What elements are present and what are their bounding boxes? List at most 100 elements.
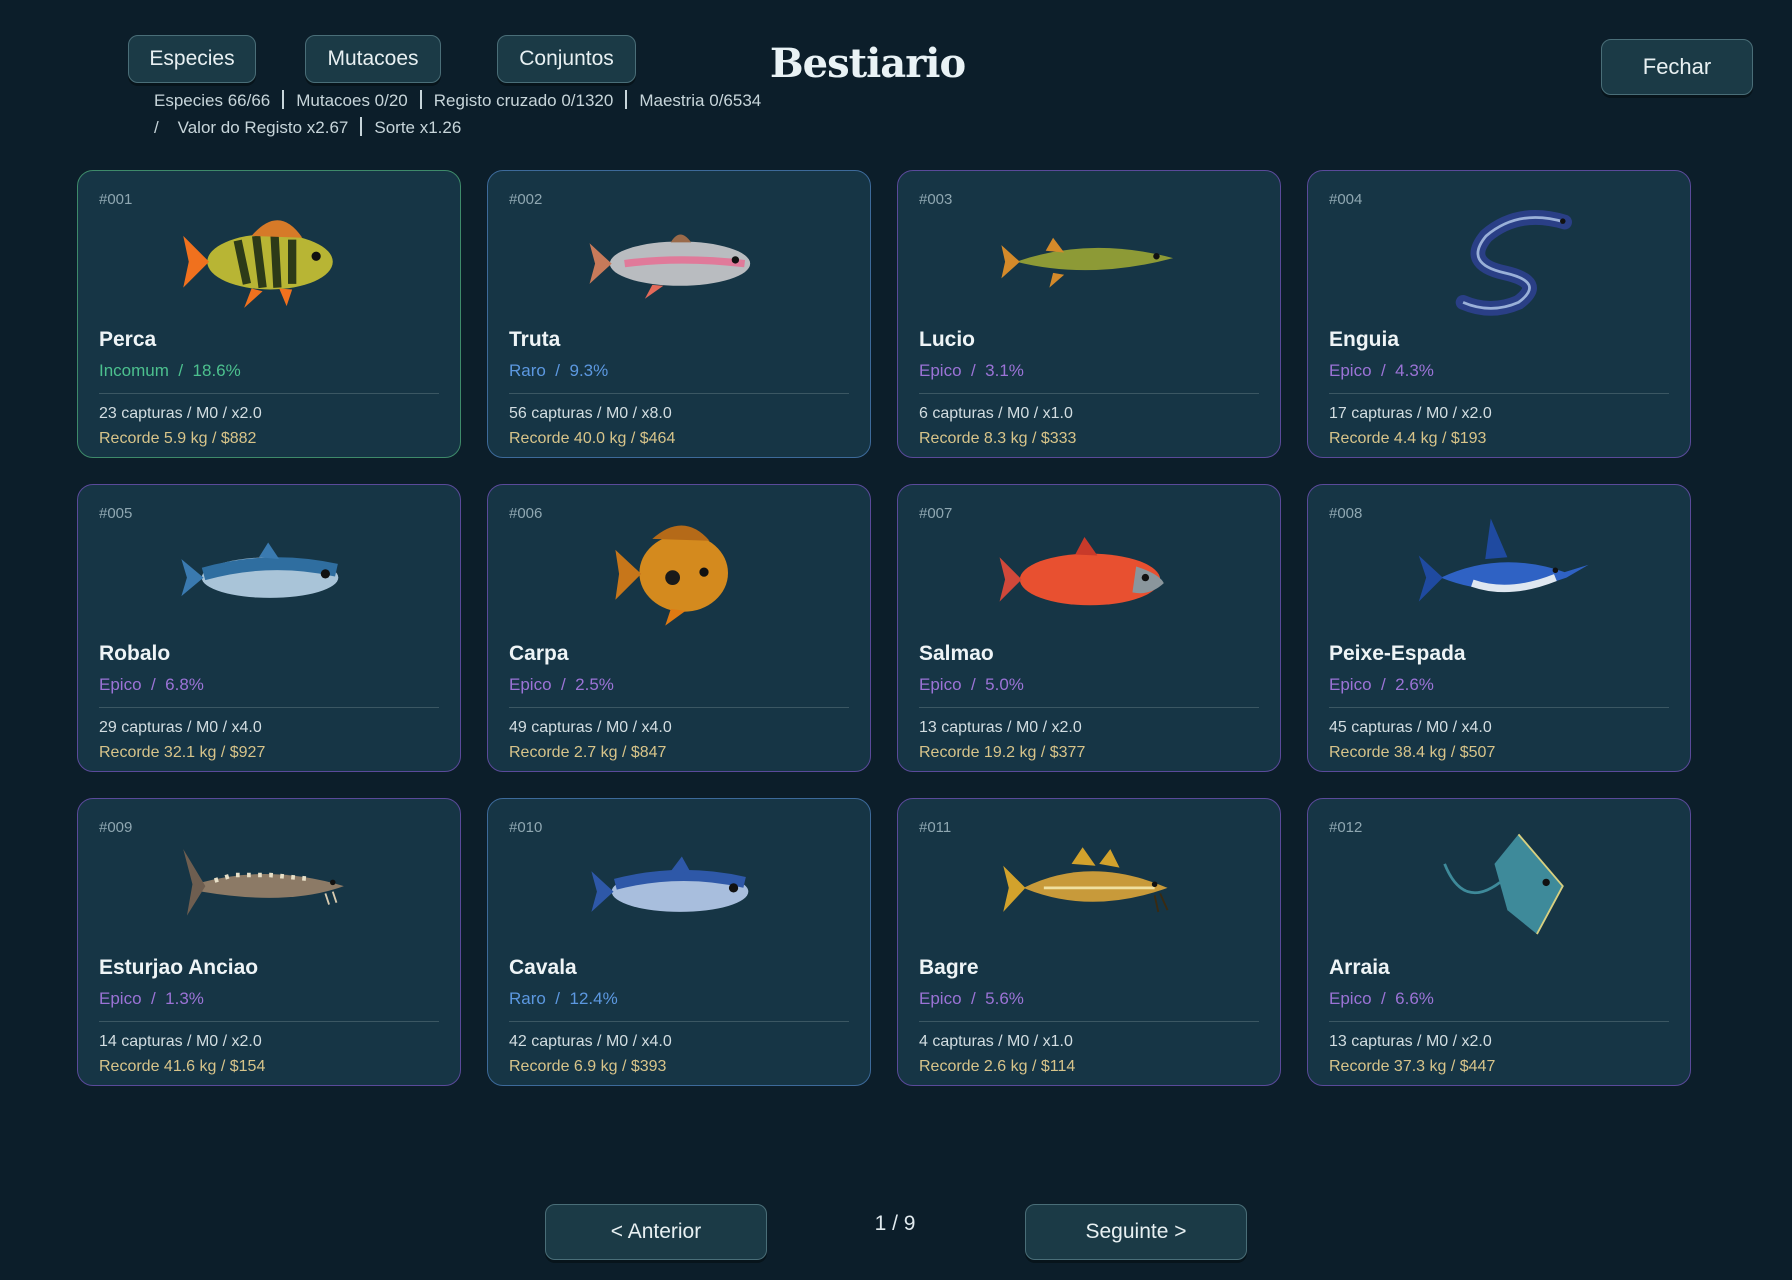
tab-especies[interactable]: Especies	[128, 35, 256, 83]
trout-icon	[589, 234, 751, 299]
rarity-percent: 12.4%	[569, 989, 618, 1008]
mackerel-icon	[591, 856, 749, 912]
rarity-label: Epico	[1329, 675, 1372, 694]
sturgeon-icon	[183, 849, 344, 916]
species-rarity: Epico / 6.8%	[99, 675, 204, 694]
species-record: Recorde 37.3 kg / $447	[1329, 1058, 1496, 1075]
species-name: Perca	[99, 328, 157, 351]
seabass-icon	[181, 542, 339, 598]
species-card[interactable]: #004 Enguia Epico / 4.3% 17 capturas / M…	[1307, 170, 1691, 458]
species-rarity: Epico / 2.6%	[1329, 675, 1434, 694]
species-rarity: Epico / 4.3%	[1329, 361, 1434, 380]
species-record: Recorde 41.6 kg / $154	[99, 1058, 266, 1075]
species-card[interactable]: #006 Carpa Epico / 2.5% 49 capturas / M0…	[487, 484, 871, 772]
rarity-percent: 5.0%	[985, 675, 1024, 694]
species-captures: 56 capturas / M0 / x8.0	[509, 405, 672, 422]
species-rarity: Epico / 5.6%	[919, 989, 1024, 1008]
species-number: #007	[919, 505, 953, 522]
rarity-percent: 18.6%	[192, 361, 241, 380]
species-record: Recorde 5.9 kg / $882	[99, 430, 257, 447]
species-captures: 6 capturas / M0 / x1.0	[919, 405, 1073, 422]
species-number: #009	[99, 819, 133, 836]
species-card[interactable]: #003 Lucio Epico / 3.1% 6 capturas / M0 …	[897, 170, 1281, 458]
salmon-icon	[999, 537, 1164, 606]
card-divider	[99, 393, 439, 394]
species-name: Enguia	[1329, 328, 1400, 351]
species-rarity: Epico / 6.6%	[1329, 989, 1434, 1008]
species-card[interactable]: #002 Truta Raro / 9.3% 56 capturas / M0 …	[487, 170, 871, 458]
species-captures: 42 capturas / M0 / x4.0	[509, 1033, 672, 1050]
species-number: #004	[1329, 191, 1363, 208]
species-captures: 14 capturas / M0 / x2.0	[99, 1033, 262, 1050]
stat-registo: Registo cruzado 0/1320	[433, 91, 614, 110]
rarity-percent: 2.5%	[575, 675, 614, 694]
species-name: Carpa	[509, 642, 569, 665]
rarity-percent: 6.6%	[1395, 989, 1434, 1008]
species-card[interactable]: #009 Esturjao Anciao Epico / 1.3% 14 cap…	[77, 798, 461, 1086]
close-button[interactable]: Fechar	[1601, 39, 1753, 95]
stat-separator	[360, 117, 363, 136]
species-number: #005	[99, 505, 133, 522]
species-captures: 17 capturas / M0 / x2.0	[1329, 405, 1492, 422]
rarity-label: Epico	[919, 361, 962, 380]
stat-mutacoes: Mutacoes 0/20	[296, 91, 408, 110]
rarity-label: Epico	[1329, 989, 1372, 1008]
stat-separator	[625, 90, 628, 109]
card-divider	[919, 1021, 1259, 1022]
species-name: Lucio	[919, 328, 975, 351]
prev-page-button[interactable]: < Anterior	[545, 1204, 767, 1260]
species-record: Recorde 32.1 kg / $927	[99, 744, 266, 761]
species-card[interactable]: #008 Peixe-Espada Epico / 2.6% 45 captur…	[1307, 484, 1691, 772]
rarity-label: Epico	[919, 675, 962, 694]
rarity-percent: 2.6%	[1395, 675, 1434, 694]
tab-conjuntos[interactable]: Conjuntos	[497, 35, 636, 83]
species-card[interactable]: #010 Cavala Raro / 12.4% 42 capturas / M…	[487, 798, 871, 1086]
tab-mutacoes[interactable]: Mutacoes	[305, 35, 441, 83]
species-record: Recorde 19.2 kg / $377	[919, 744, 1086, 761]
species-captures: 13 capturas / M0 / x2.0	[919, 719, 1082, 736]
species-card[interactable]: #007 Salmao Epico / 5.0% 13 capturas / M…	[897, 484, 1281, 772]
species-rarity: Raro / 12.4%	[509, 989, 618, 1008]
card-divider	[99, 707, 439, 708]
card-divider	[509, 707, 849, 708]
stats-line-1: Especies 66/66 Mutacoes 0/20 Registo cruza…	[154, 90, 761, 111]
rarity-label: Epico	[509, 675, 552, 694]
page-title: Bestiario	[769, 40, 966, 87]
species-card[interactable]: #005 Robalo Epico / 6.8% 29 capturas / M…	[77, 484, 461, 772]
species-record: Recorde 38.4 kg / $507	[1329, 744, 1496, 761]
card-divider	[919, 393, 1259, 394]
species-number: #012	[1329, 819, 1363, 836]
catfish-icon	[1003, 847, 1169, 913]
stat-separator	[419, 90, 422, 109]
rarity-label: Raro	[509, 361, 546, 380]
species-number: #011	[919, 819, 952, 836]
species-rarity: Epico / 3.1%	[919, 361, 1024, 380]
carp-icon	[615, 525, 728, 626]
card-divider	[1329, 393, 1669, 394]
stat-separator	[282, 90, 285, 109]
rarity-label: Raro	[509, 989, 546, 1008]
species-number: #010	[509, 819, 543, 836]
rarity-percent: 3.1%	[985, 361, 1024, 380]
stat-maestria: Maestria 0/6534	[639, 91, 762, 110]
card-divider	[99, 1021, 439, 1022]
species-captures: 4 capturas / M0 / x1.0	[919, 1033, 1073, 1050]
next-page-button[interactable]: Seguinte >	[1025, 1204, 1247, 1260]
rarity-percent: 1.3%	[165, 989, 204, 1008]
card-divider	[1329, 707, 1669, 708]
species-record: Recorde 2.6 kg / $114	[919, 1058, 1076, 1075]
species-card[interactable]: #001 Perca Incomum / 18.6% 23 capturas /…	[77, 170, 461, 458]
species-record: Recorde 6.9 kg / $393	[509, 1058, 667, 1075]
species-number: #003	[919, 191, 953, 208]
species-name: Esturjao Anciao	[99, 956, 259, 979]
eel-icon	[1455, 210, 1572, 316]
species-card[interactable]: #011 Bagre Epico / 5.6% 4 capturas / M0 …	[897, 798, 1281, 1086]
rarity-label: Epico	[99, 989, 142, 1008]
species-record: Recorde 2.7 kg / $847	[509, 744, 667, 761]
species-card[interactable]: #012 Arraia Epico / 6.6% 13 capturas / M…	[1307, 798, 1691, 1086]
species-number: #008	[1329, 505, 1363, 522]
species-captures: 13 capturas / M0 / x2.0	[1329, 1033, 1492, 1050]
page-indicator: 1 / 9	[874, 1212, 916, 1235]
rarity-percent: 5.6%	[985, 989, 1024, 1008]
card-divider	[919, 707, 1259, 708]
